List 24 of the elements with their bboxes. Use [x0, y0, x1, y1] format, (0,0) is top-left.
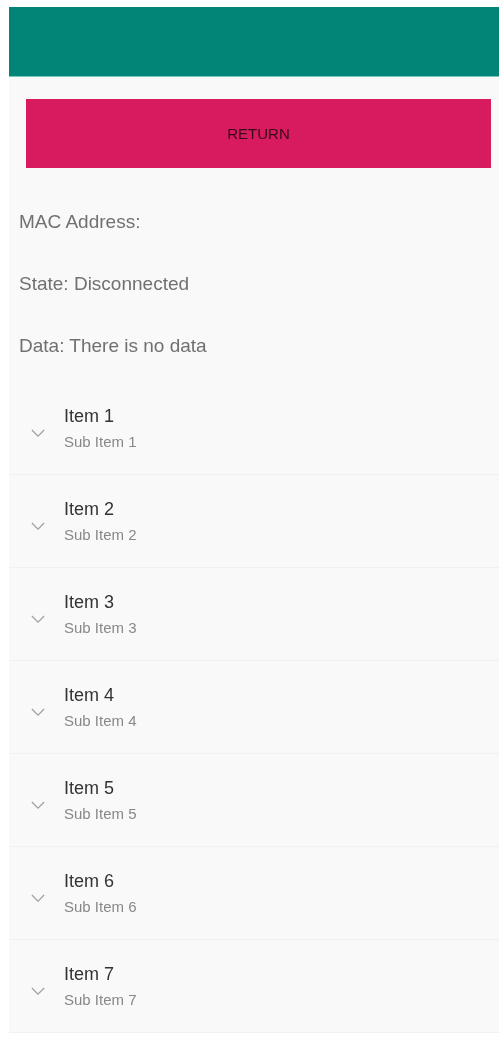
item-title: Item 4 — [64, 685, 116, 706]
item-title: Item 7 — [64, 964, 116, 985]
list-item[interactable]: Item 1 Sub Item 1 — [9, 382, 499, 475]
list-item[interactable]: Item 5 Sub Item 5 — [9, 754, 499, 847]
item-subtitle: Sub Item 6 — [64, 898, 137, 915]
item-title: Item 5 — [64, 778, 116, 799]
item-title: Item 2 — [64, 499, 116, 520]
list-item[interactable]: Item 4 Sub Item 4 — [9, 661, 499, 754]
info-text: State: Disconnected — [19, 272, 191, 296]
item-subtitle: Sub Item 7 — [64, 991, 137, 1008]
list-item[interactable]: Item 3 Sub Item 3 — [9, 568, 499, 661]
item-title: Item 1 — [64, 406, 116, 427]
list-item[interactable]: Item 6 Sub Item 6 — [9, 847, 499, 940]
item-title: Item 3 — [64, 592, 116, 613]
list-item[interactable]: Item 2 Sub Item 2 — [9, 475, 499, 568]
item-subtitle: Sub Item 2 — [64, 526, 137, 543]
info-text: MAC Address: — [19, 210, 142, 234]
info-text: Data: There is no data — [19, 334, 208, 358]
item-subtitle: Sub Item 3 — [64, 619, 137, 636]
item-title: Item 6 — [64, 871, 116, 892]
item-subtitle: Sub Item 1 — [64, 433, 137, 450]
item-subtitle: Sub Item 4 — [64, 712, 137, 729]
list-item[interactable]: Item 7 Sub Item 7 — [9, 940, 499, 1033]
item-subtitle: Sub Item 5 — [64, 805, 137, 822]
